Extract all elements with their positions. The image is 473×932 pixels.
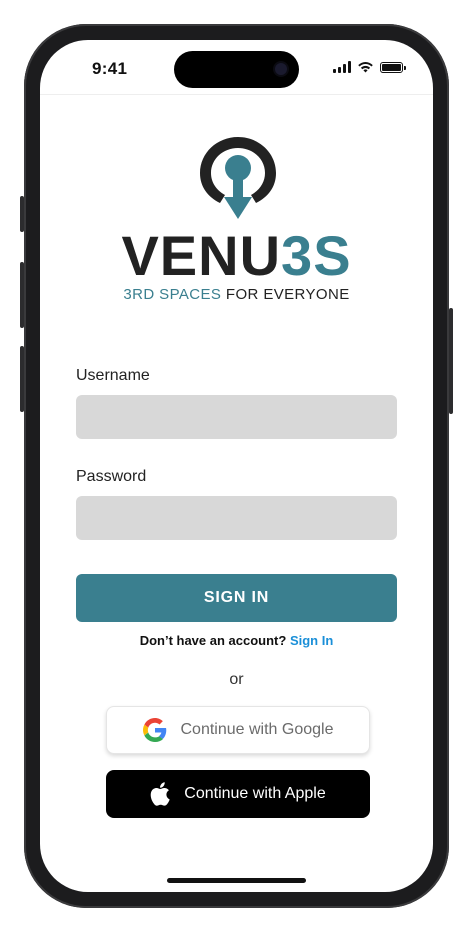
power-button xyxy=(449,308,453,414)
camera-icon xyxy=(275,63,287,75)
tagline-part1: 3RD SPACES xyxy=(123,286,222,303)
or-divider: or xyxy=(229,671,244,688)
status-time: 9:41 xyxy=(92,59,128,78)
sign-in-link[interactable]: Sign In xyxy=(290,633,333,648)
account-prompt: Don’t have an account? Sign In xyxy=(40,633,433,648)
continue-with-google-button[interactable]: Continue with Google xyxy=(106,706,370,754)
brand-name-part1: VENU xyxy=(121,224,282,287)
status-icons xyxy=(333,61,406,73)
action-button xyxy=(20,196,24,232)
brand-wordmark: VENU3S xyxy=(40,224,433,288)
volume-down-button xyxy=(20,346,24,412)
account-prompt-text: Don’t have an account? xyxy=(139,633,287,648)
dynamic-island xyxy=(174,51,299,88)
brand-name-part2: 3S xyxy=(281,224,352,287)
battery-icon xyxy=(380,61,406,73)
volume-up-button xyxy=(20,262,24,328)
password-label: Password xyxy=(76,468,147,485)
username-field[interactable] xyxy=(76,395,397,439)
status-bar: 9:41 xyxy=(40,40,433,95)
username-label: Username xyxy=(76,367,150,384)
home-indicator xyxy=(167,878,306,883)
continue-with-apple-button[interactable]: Continue with Apple xyxy=(106,770,370,818)
google-icon xyxy=(142,718,166,742)
apple-button-label: Continue with Apple xyxy=(184,785,326,802)
brand-tagline: 3RD SPACES FOR EVERYONE xyxy=(40,286,433,303)
wifi-icon xyxy=(358,62,373,73)
apple-icon xyxy=(150,782,170,806)
signal-icon xyxy=(333,61,351,73)
tagline-part2: FOR EVERYONE xyxy=(225,286,350,303)
password-field[interactable] xyxy=(76,496,397,540)
sign-in-button[interactable]: SIGN IN xyxy=(76,574,397,622)
google-button-label: Continue with Google xyxy=(180,721,334,738)
logo-icon xyxy=(200,137,276,219)
screen: 9:41 VENU3S 3RD SPACES FOR EVERYONE User… xyxy=(40,40,433,892)
